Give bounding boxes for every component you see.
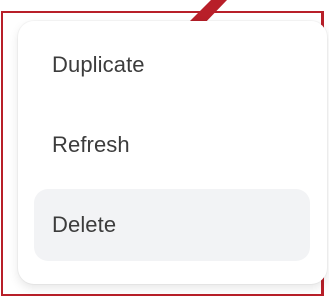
menu-item-duplicate[interactable]: Duplicate [34, 29, 310, 101]
menu-item-refresh[interactable]: Refresh [34, 109, 310, 181]
menu-item-label: Delete [52, 212, 117, 237]
menu-item-label: Refresh [52, 132, 130, 157]
context-menu: Duplicate Refresh Delete [18, 21, 327, 284]
screenshot-canvas: Duplicate Refresh Delete [0, 0, 329, 297]
menu-item-delete[interactable]: Delete [34, 189, 310, 261]
menu-item-label: Duplicate [52, 52, 145, 77]
